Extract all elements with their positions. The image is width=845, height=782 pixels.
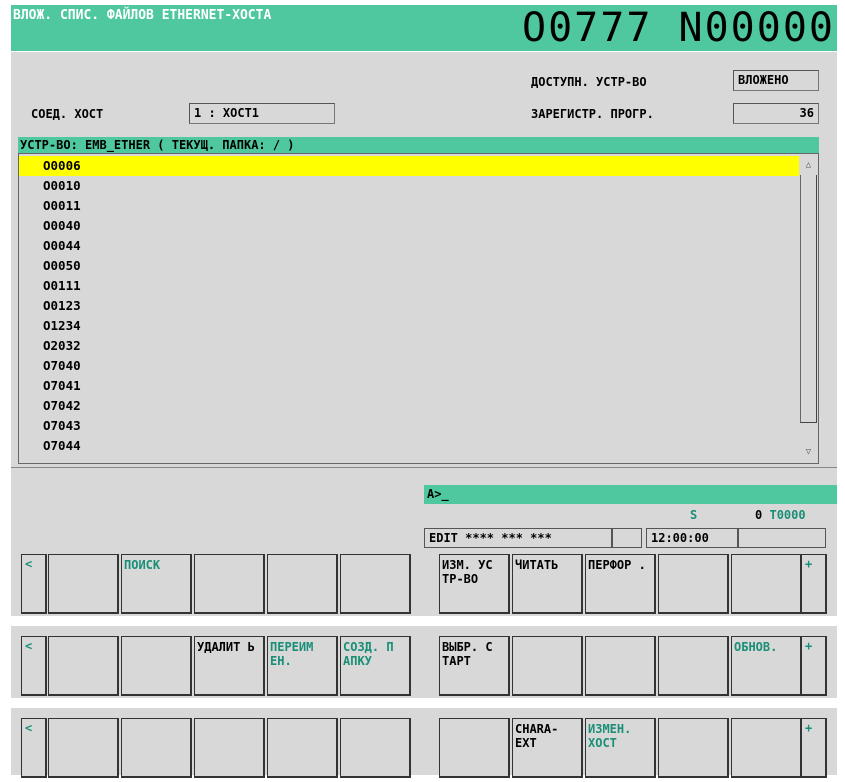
- softkey-select-start[interactable]: ВЫБР. С ТАРТ: [439, 636, 510, 696]
- list-item[interactable]: O0010: [43, 176, 81, 196]
- softkey-row-2: < УДАЛИТ Ь ПЕРЕИМ ЕН. СОЗД. П АПКУ ВЫБР.…: [11, 636, 837, 700]
- list-item[interactable]: O7042: [43, 396, 81, 416]
- list-item[interactable]: O1234: [43, 316, 81, 336]
- softkey-5[interactable]: [340, 554, 411, 614]
- softkey-search[interactable]: ПОИСК: [121, 554, 192, 614]
- spindle-tool-readout: 0 T0000: [755, 508, 806, 522]
- softkey-right-arrow[interactable]: +: [801, 636, 827, 696]
- softkey-4[interactable]: [267, 718, 338, 778]
- softkey-10[interactable]: [731, 554, 802, 614]
- softkey-row-3: < CHARA- EXT ИЗМЕН. ХОСТ +: [11, 718, 837, 782]
- list-item[interactable]: O0111: [43, 276, 81, 296]
- softkey-9[interactable]: [658, 718, 729, 778]
- softkey-right-arrow[interactable]: +: [801, 554, 827, 614]
- softkey-6[interactable]: [439, 718, 510, 778]
- softkey-refresh[interactable]: ОБНОВ.: [731, 636, 802, 696]
- softkey-delete[interactable]: УДАЛИТ Ь: [194, 636, 265, 696]
- registered-programs-label: ЗАРЕГИСТР. ПРОГР.: [531, 107, 654, 121]
- list-item[interactable]: O0006: [19, 156, 799, 176]
- scroll-up-icon[interactable]: △: [800, 155, 817, 175]
- file-list[interactable]: O0006 O0010 O0011 O0040 O0044 O0050 O011…: [18, 153, 819, 464]
- softkey-row-1: < ПОИСК ИЗМ. УС ТР-ВО ЧИТАТЬ ПЕРФОР . +: [11, 554, 837, 618]
- softkey-5[interactable]: [340, 718, 411, 778]
- program-number: O0777 N00000: [522, 5, 835, 51]
- softkey-punch[interactable]: ПЕРФОР .: [585, 554, 656, 614]
- spindle-label: S: [690, 508, 698, 522]
- key-input-buffer[interactable]: A>_: [424, 485, 837, 504]
- softkey-left-arrow[interactable]: <: [21, 554, 47, 614]
- list-item[interactable]: O7041: [43, 376, 81, 396]
- softkey-9[interactable]: [658, 636, 729, 696]
- softkey-9[interactable]: [658, 554, 729, 614]
- softkey-left-arrow[interactable]: <: [21, 636, 47, 696]
- softkey-create-folder[interactable]: СОЗД. П АПКУ: [340, 636, 411, 696]
- softkey-left-arrow[interactable]: <: [21, 718, 47, 778]
- list-item[interactable]: O0044: [43, 236, 81, 256]
- divider: [11, 616, 837, 626]
- title-bar: ВЛОЖ. СПИС. ФАЙЛОВ ETHERNET-ХОСТА O0777 …: [11, 5, 837, 51]
- softkey-1[interactable]: [48, 718, 119, 778]
- softkey-7[interactable]: [512, 636, 583, 696]
- softkey-3[interactable]: [194, 554, 265, 614]
- softkey-10[interactable]: [731, 718, 802, 778]
- list-item[interactable]: O0011: [43, 196, 81, 216]
- status-blank-2: [738, 528, 826, 548]
- scrollbar-thumb[interactable]: [800, 175, 817, 423]
- softkey-right-arrow[interactable]: +: [801, 718, 827, 778]
- softkey-3[interactable]: [194, 718, 265, 778]
- list-item[interactable]: O0050: [43, 256, 81, 276]
- divider: [11, 698, 837, 708]
- available-device-value: ВЛОЖЕНО: [733, 70, 819, 91]
- list-header: УСТР-ВО: EMB_ETHER ( ТЕКУЩ. ПАПКА: / ): [18, 137, 819, 153]
- screen-title: ВЛОЖ. СПИС. ФАЙЛОВ ETHERNET-ХОСТА: [13, 8, 272, 23]
- scroll-down-icon[interactable]: ▽: [800, 442, 817, 462]
- list-item[interactable]: O0040: [43, 216, 81, 236]
- softkey-8[interactable]: [585, 636, 656, 696]
- softkey-1[interactable]: [48, 636, 119, 696]
- mode-status: EDIT **** *** ***: [424, 528, 612, 548]
- list-item[interactable]: O0123: [43, 296, 81, 316]
- softkey-4[interactable]: [267, 554, 338, 614]
- softkey-rename[interactable]: ПЕРЕИМ ЕН.: [267, 636, 338, 696]
- connected-host-value[interactable]: 1 : ХОСТ1: [189, 103, 335, 124]
- status-blank: [612, 528, 642, 548]
- softkey-2[interactable]: [121, 636, 192, 696]
- spindle-value: 0: [755, 508, 763, 522]
- tool-value: T0000: [769, 508, 806, 522]
- list-item[interactable]: O7040: [43, 356, 81, 376]
- list-item[interactable]: O2032: [43, 336, 81, 356]
- list-item[interactable]: O7044: [43, 436, 81, 456]
- softkey-change-host[interactable]: ИЗМЕН. ХОСТ: [585, 718, 656, 778]
- softkey-2[interactable]: [121, 718, 192, 778]
- registered-programs-value: 36: [733, 103, 819, 124]
- available-device-label: ДОСТУПН. УСТР-ВО: [531, 75, 647, 89]
- softkey-1[interactable]: [48, 554, 119, 614]
- softkey-change-device[interactable]: ИЗМ. УС ТР-ВО: [439, 554, 510, 614]
- connected-host-label: СОЕД. ХОСТ: [31, 107, 104, 121]
- list-item[interactable]: O7043: [43, 416, 81, 436]
- clock-display: 12:00:00: [646, 528, 738, 548]
- softkey-read[interactable]: ЧИТАТЬ: [512, 554, 583, 614]
- softkey-character-ext[interactable]: CHARA- EXT: [512, 718, 583, 778]
